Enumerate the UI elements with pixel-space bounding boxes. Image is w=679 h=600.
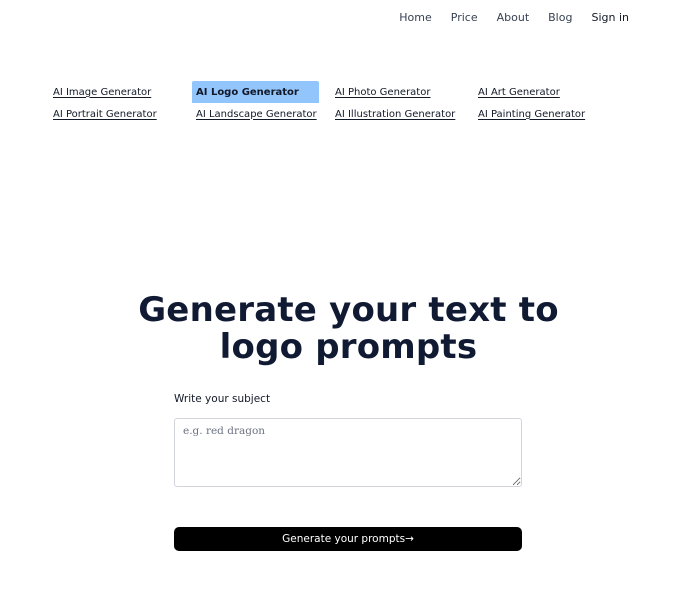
nav-about-link[interactable]: About — [497, 11, 530, 25]
generator-link-art[interactable]: AI Art Generator — [478, 81, 633, 103]
generator-link-illustration[interactable]: AI Illustration Generator — [335, 103, 478, 125]
generator-link-portrait[interactable]: AI Portrait Generator — [53, 103, 192, 125]
subject-input[interactable] — [174, 418, 522, 487]
generator-link-logo-active[interactable]: AI Logo Generator — [192, 81, 319, 103]
generator-link-image[interactable]: AI Image Generator — [53, 81, 192, 103]
nav-home-link[interactable]: Home — [399, 11, 431, 25]
nav-blog-link[interactable]: Blog — [548, 11, 572, 25]
nav-price-link[interactable]: Price — [451, 11, 478, 25]
nav-signin-link[interactable]: Sign in — [591, 11, 629, 25]
top-nav: Home Price About Blog Sign in — [399, 11, 629, 25]
page-title-line1: Generate your text to — [138, 290, 559, 330]
page-title-line2: logo prompts — [219, 327, 478, 367]
generator-link-photo[interactable]: AI Photo Generator — [335, 81, 478, 103]
subject-label: Write your subject — [174, 393, 271, 405]
generate-prompts-button[interactable]: Generate your prompts→ — [174, 527, 522, 551]
generator-link-landscape[interactable]: AI Landscape Generator — [192, 103, 335, 125]
page-title: Generate your text to logo prompts — [0, 292, 679, 366]
generator-link-painting[interactable]: AI Painting Generator — [478, 103, 633, 125]
generator-links: AI Image Generator AI Logo Generator AI … — [53, 81, 633, 125]
